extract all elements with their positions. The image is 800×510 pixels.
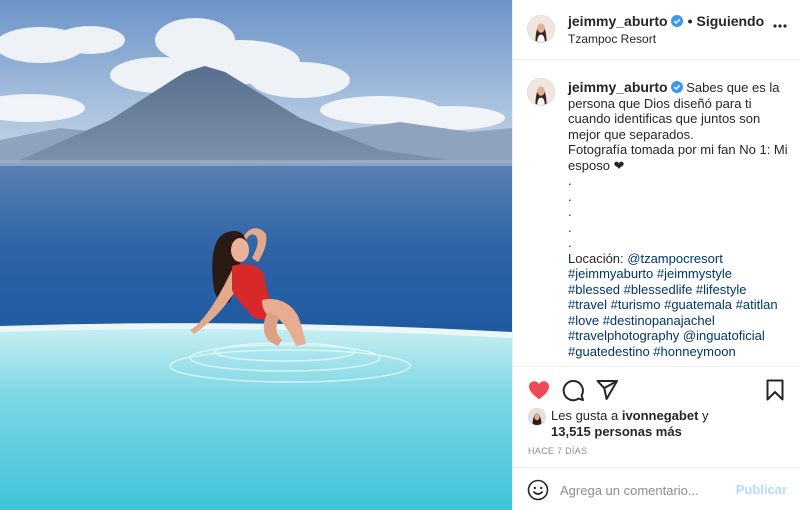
likes-section: Les gusta a ivonnegabet y 13,515 persona… [513, 405, 800, 441]
comment-button[interactable] [561, 378, 585, 402]
comment-box: Publicar [513, 467, 800, 510]
caption-dot: . [568, 204, 572, 219]
caption-dot: . [568, 173, 572, 188]
likes-prefix: Les gusta a [551, 408, 622, 423]
location-link[interactable]: Tzampoc Resort [568, 32, 656, 46]
caption-dot: . [568, 235, 572, 250]
likes-line: Les gusta a ivonnegabet y [551, 408, 709, 423]
hashtag-line[interactable]: #guatedestino #honneymoon [568, 344, 788, 360]
username-link[interactable]: jeimmy_aburto [568, 13, 668, 29]
hashtag-line[interactable]: #travel #turismo #guatemala #atitlan [568, 297, 788, 313]
more-options-icon[interactable] [773, 24, 787, 28]
verified-badge-icon [670, 81, 683, 93]
likes-count-button[interactable]: 13,515 personas más [551, 424, 682, 439]
hashtag-line[interactable]: #love #destinopanajachel [568, 313, 788, 329]
instagram-post: jeimmy_aburto • Siguiendo Tzampoc Resort j… [0, 0, 800, 510]
hashtag-line[interactable]: #blessed #blessedlife #lifestyle [568, 282, 788, 298]
caption-username[interactable]: jeimmy_aburto [568, 79, 668, 95]
publish-button[interactable]: Publicar [736, 482, 787, 497]
post-timestamp[interactable]: HACE 7 DÍAS [528, 446, 587, 456]
action-bar [513, 368, 800, 408]
caption-line: Fotografía tomada por mi fan No 1: Mi es… [568, 142, 792, 173]
lake-pool-photo [0, 0, 512, 510]
caption-dot: . [568, 219, 572, 235]
hashtag-line[interactable]: #jeimmyaburto #jeimmystyle [568, 266, 788, 282]
share-button[interactable] [595, 378, 619, 402]
paper-plane-icon [596, 380, 618, 400]
separator-dot: • [687, 13, 693, 29]
liker-avatar[interactable] [528, 408, 546, 426]
header-user-line: jeimmy_aburto • Siguiendo [568, 13, 764, 29]
hashtag-line[interactable]: #travelphotography @inguatoficial [568, 328, 788, 344]
bookmark-icon [766, 379, 784, 401]
liker-username[interactable]: ivonnegabet [622, 408, 699, 423]
post-side-panel: jeimmy_aburto • Siguiendo Tzampoc Resort j… [512, 0, 800, 510]
like-button[interactable] [527, 378, 551, 402]
comment-input[interactable] [560, 481, 730, 499]
heart-icon [529, 381, 549, 400]
verified-badge-icon [670, 15, 683, 27]
caption-text: jeimmy_aburto Sabes que es la persona qu… [568, 79, 792, 360]
caption-location-line: Locación: @tzampocresort [568, 251, 788, 267]
save-button[interactable] [763, 378, 787, 402]
caption-dot: . [568, 188, 572, 204]
comment-bubble-icon [562, 380, 584, 402]
avatar[interactable] [527, 15, 555, 43]
emoji-icon[interactable] [527, 479, 549, 501]
caption-avatar[interactable] [527, 78, 555, 106]
following-button[interactable]: Siguiendo [697, 13, 765, 29]
caption-section: jeimmy_aburto Sabes que es la persona qu… [513, 61, 800, 367]
caption-location-label: Locación: [568, 250, 628, 266]
post-header: jeimmy_aburto • Siguiendo Tzampoc Resort [513, 0, 800, 60]
mention-link[interactable]: @tzampocresort [627, 251, 723, 266]
post-photo[interactable] [0, 0, 512, 510]
likes-conj: y [698, 408, 709, 423]
